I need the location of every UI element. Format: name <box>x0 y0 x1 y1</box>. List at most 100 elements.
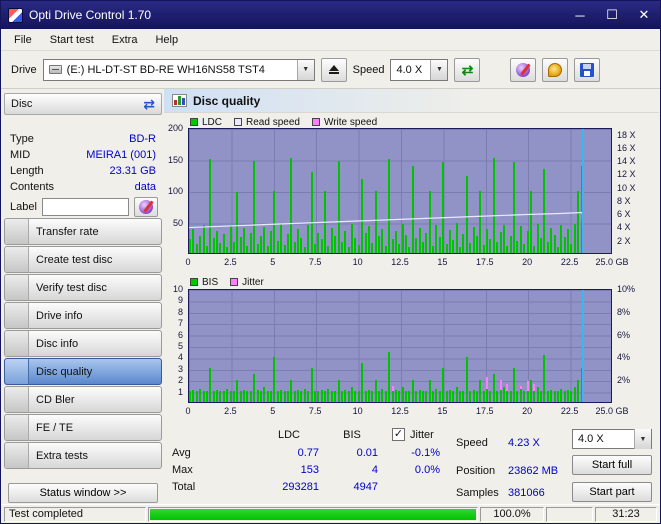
x-axis-tick: 17.5 <box>476 257 494 267</box>
burn-icon <box>548 62 563 77</box>
status-window-button[interactable]: Status window >> <box>8 483 158 503</box>
check-icon: ✓ <box>393 428 404 440</box>
menu-start-test[interactable]: Start test <box>41 31 103 49</box>
sidebar-item-fe-te[interactable]: FE / TE <box>4 414 162 441</box>
sidebar-item-transfer-rate[interactable]: Transfer rate <box>4 218 162 245</box>
bis-bar <box>313 390 316 402</box>
bis-bar <box>546 390 549 402</box>
y-axis-tick: 3 <box>177 363 183 374</box>
test-speed-select[interactable]: 4.0 X ▼ <box>572 429 652 449</box>
elapsed-time: 31:23 <box>595 506 657 522</box>
bis-bar <box>202 390 205 402</box>
y-axis-tick: 10 X <box>617 182 636 193</box>
save-icon <box>580 62 595 77</box>
burn-button[interactable] <box>542 57 569 82</box>
y-axis-tick: 2 <box>177 375 183 386</box>
bis-bar <box>347 390 350 402</box>
jitter-checkbox[interactable]: ✓ <box>392 428 405 441</box>
sidebar-item-disc-info[interactable]: Disc info <box>4 330 162 357</box>
bis-bars-layer <box>189 290 611 402</box>
chevron-down-icon[interactable]: ▼ <box>634 429 651 449</box>
bis-bar <box>513 368 516 402</box>
progress-bar <box>148 506 478 522</box>
y-axis-tick: 8 X <box>617 195 631 206</box>
bis-bar <box>337 379 340 402</box>
disc-contents-value[interactable]: data <box>135 181 156 193</box>
bis-bar <box>216 389 218 402</box>
chevron-down-icon[interactable]: ▼ <box>296 59 314 80</box>
chevron-down-icon[interactable]: ▼ <box>430 59 448 80</box>
bis-bar <box>219 390 222 402</box>
drive-label: Drive <box>11 63 37 76</box>
close-button[interactable]: ✕ <box>628 1 660 29</box>
drive-icon <box>48 65 62 74</box>
bis-bar <box>205 390 208 402</box>
eject-button[interactable] <box>320 57 347 82</box>
y-axis-tick: 14 X <box>617 156 636 167</box>
read-speed-line <box>189 129 611 253</box>
y-axis-tick: 4% <box>617 352 631 363</box>
jitter-legend-swatch <box>230 278 239 286</box>
menu-extra[interactable]: Extra <box>103 31 147 49</box>
y-axis-tick: 2 X <box>617 235 631 246</box>
bis-bar <box>496 390 499 402</box>
bis-bar <box>472 389 475 402</box>
minimize-button[interactable]: ─ <box>564 1 596 29</box>
bis-bar <box>536 387 539 402</box>
bis-bar <box>371 390 374 402</box>
bis-bar <box>286 390 289 402</box>
menu-file[interactable]: File <box>5 31 41 49</box>
sidebar-item-extra-tests[interactable]: Extra tests <box>4 442 162 469</box>
maximize-button[interactable]: ☐ <box>596 1 628 29</box>
page-title: Disc quality <box>193 93 261 108</box>
fe-te-icon <box>5 415 29 440</box>
disc-info-row: MID MEIRA1 (001) <box>10 149 156 161</box>
bis-bar <box>533 390 536 402</box>
bis-bar <box>448 389 451 402</box>
y-axis-tick: 50 <box>172 217 183 228</box>
start-part-button[interactable]: Start part <box>572 482 652 502</box>
bis-bar <box>553 390 556 402</box>
sidebar-item-verify-test-disc[interactable]: Verify test disc <box>4 274 162 301</box>
disc-type-value: BD-R <box>129 133 156 145</box>
speed-select[interactable]: 4.0 X ▼ <box>390 58 449 81</box>
refresh-disc-icon[interactable]: ⇄ <box>143 97 155 111</box>
bis-bar <box>243 389 246 402</box>
menu-help[interactable]: Help <box>146 31 187 49</box>
y-axis-tick: 10% <box>617 284 636 294</box>
label-field-label: Label <box>10 201 37 213</box>
edit-label-button[interactable] <box>134 197 158 217</box>
status-text: Test completed <box>4 506 146 522</box>
x-axis-tick: 15 <box>437 406 448 416</box>
cd-bler-icon <box>5 387 29 412</box>
disc-info-row: Contents data <box>10 181 156 193</box>
sidebar-item-cd-bler[interactable]: CD Bler <box>4 386 162 413</box>
bis-chart-legend: BIS Jitter <box>190 276 276 288</box>
refresh-button[interactable]: ⇄ <box>454 57 481 82</box>
speed-select-value: 4.0 X <box>396 63 423 76</box>
x-axis-tick: 2.5 <box>224 406 237 416</box>
bis-bar <box>489 390 492 402</box>
bis-bar <box>479 379 482 402</box>
bis-bar <box>529 379 532 402</box>
bis-bar <box>523 390 526 402</box>
bis-bar <box>573 387 576 402</box>
main-panel: Disc quality LDC Read speed Write speed 20… <box>164 89 659 506</box>
bis-bar <box>357 390 360 402</box>
drive-select[interactable]: (E:) HL-DT-ST BD-RE WH16NS58 TST4 ▼ <box>42 58 315 81</box>
legend-label: Write speed <box>323 116 378 128</box>
bis-bar <box>391 390 394 402</box>
progress-fill <box>150 508 476 520</box>
start-full-button[interactable]: Start full <box>572 455 652 475</box>
sidebar-item-drive-info[interactable]: Drive info <box>4 302 162 329</box>
bis-chart-plot <box>188 289 612 403</box>
erase-disc-button[interactable] <box>510 57 537 82</box>
window-title: Opti Drive Control 1.70 <box>29 8 152 22</box>
x-axis-tick: 25.0 GB <box>595 257 629 267</box>
window-controls: ─ ☐ ✕ <box>564 1 660 29</box>
save-button[interactable] <box>574 57 601 82</box>
y-axis-tick: 8 <box>177 306 183 317</box>
sidebar-item-disc-quality[interactable]: Disc quality <box>4 358 162 385</box>
label-input[interactable] <box>41 198 129 216</box>
sidebar-item-create-test-disc[interactable]: Create test disc <box>4 246 162 273</box>
